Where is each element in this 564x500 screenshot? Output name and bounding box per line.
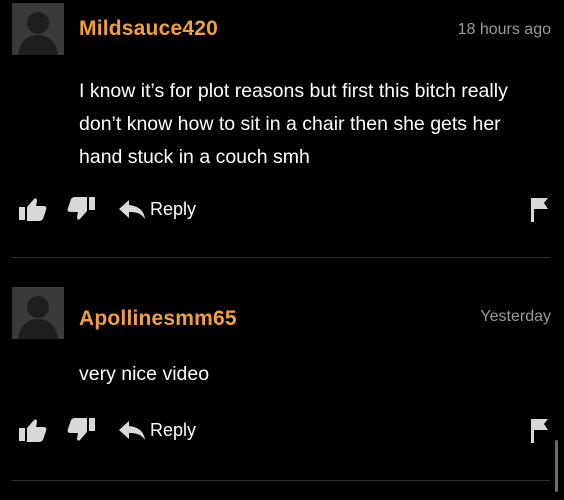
divider	[12, 480, 550, 481]
comment-text: I know it’s for plot reasons but first t…	[79, 80, 508, 168]
flag-icon	[531, 419, 548, 443]
reply-arrow-icon	[119, 421, 145, 440]
flag-button[interactable]	[528, 415, 550, 445]
user-silhouette-icon	[12, 287, 64, 339]
avatar[interactable]	[12, 3, 64, 55]
like-button[interactable]	[18, 415, 48, 445]
thumbs-up-icon	[19, 198, 47, 221]
timestamp: Yesterday	[480, 308, 551, 325]
thumbs-down-icon	[67, 197, 95, 220]
reply-label: Reply	[150, 419, 197, 440]
comment-text: very nice video	[79, 363, 210, 385]
reply-arrow-icon	[119, 200, 145, 219]
reply-label: Reply	[150, 198, 197, 219]
comment-actions: Reply	[18, 194, 550, 224]
username[interactable]: Apollinesmm65	[79, 307, 237, 331]
dislike-button[interactable]	[66, 194, 96, 224]
flag-button[interactable]	[528, 194, 550, 224]
comment-actions: Reply	[18, 415, 550, 445]
comment-item: Mildsauce420 18 hours ago I know it’s fo…	[0, 0, 564, 258]
thumbs-down-icon	[67, 418, 95, 441]
dislike-button[interactable]	[66, 415, 96, 445]
reply-button[interactable]: Reply	[118, 194, 196, 224]
flag-icon	[531, 198, 548, 222]
comment-item: Apollinesmm65 Yesterday very nice video …	[0, 260, 564, 500]
reply-button[interactable]: Reply	[118, 415, 196, 445]
user-silhouette-icon	[12, 3, 64, 55]
username[interactable]: Mildsauce420	[79, 17, 218, 41]
thumbs-up-icon	[19, 419, 47, 442]
scrollbar[interactable]	[555, 440, 558, 492]
timestamp: 18 hours ago	[457, 21, 551, 38]
like-button[interactable]	[18, 194, 48, 224]
avatar[interactable]	[12, 287, 64, 339]
divider	[12, 257, 550, 258]
